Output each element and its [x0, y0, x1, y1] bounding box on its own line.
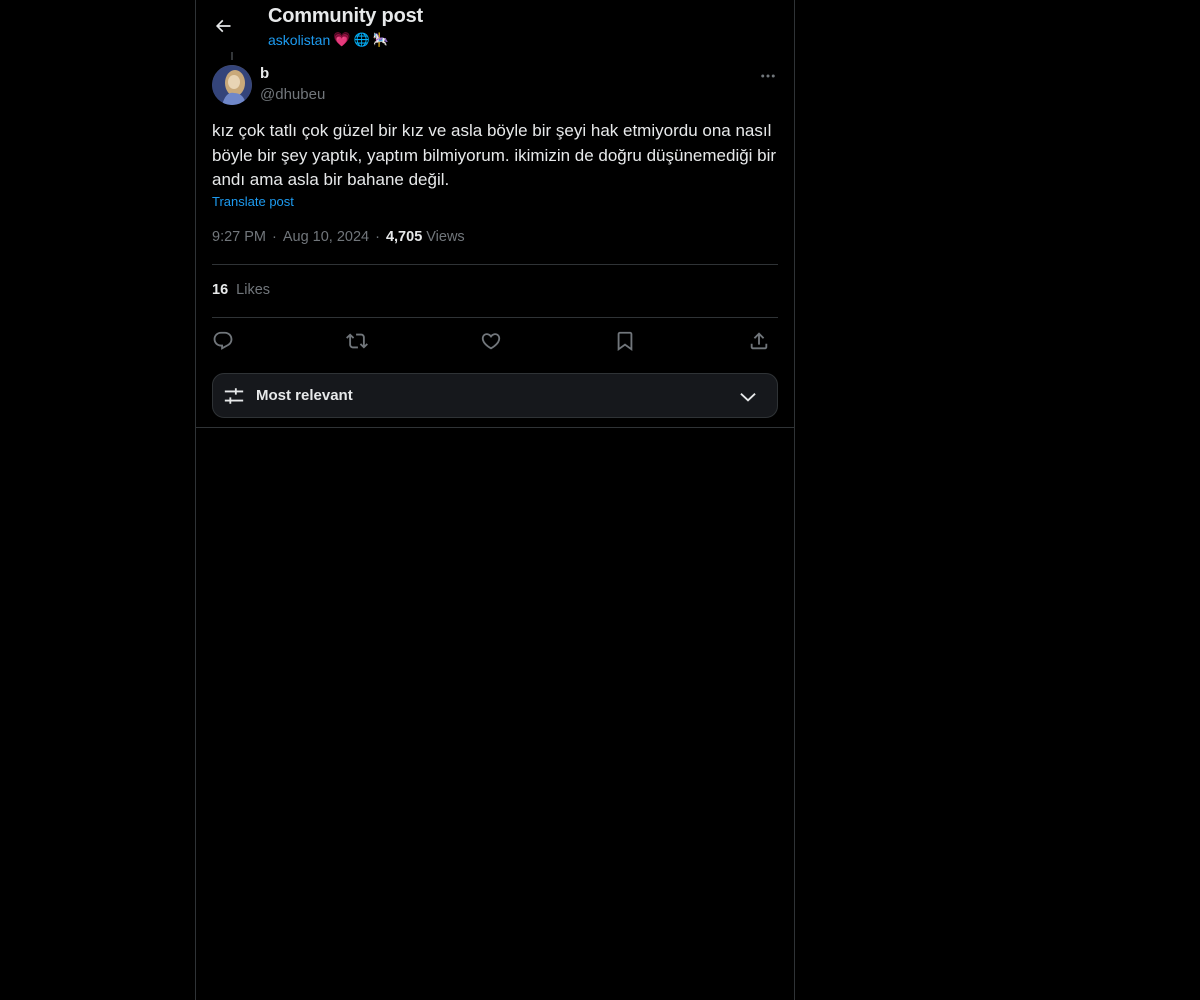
author-name[interactable]: b	[260, 65, 269, 82]
heart-icon	[481, 333, 501, 350]
post-time[interactable]: 9:27 PM	[212, 229, 266, 245]
avatar[interactable]	[212, 65, 252, 105]
bookmark-button[interactable]	[612, 328, 638, 354]
back-button[interactable]	[209, 12, 237, 40]
heart-emoji: 💗	[333, 31, 351, 47]
carousel-emoji: 🎠	[372, 31, 390, 47]
thread-connector	[231, 52, 233, 60]
likes-label: Likes	[236, 282, 271, 298]
translate-post-link[interactable]: Translate post	[212, 194, 294, 209]
arrow-left-icon	[215, 19, 231, 33]
reply-icon	[213, 331, 233, 350]
divider	[212, 264, 778, 265]
more-dots-icon	[761, 74, 775, 78]
views-count: 4,705	[385, 229, 423, 245]
sort-label: Most relevant	[256, 387, 353, 404]
author-handle[interactable]: @dhubeu	[260, 86, 325, 103]
post-text: kız çok tatlı çok güzel bir kız ve asla …	[212, 121, 777, 189]
repost-icon	[346, 333, 368, 349]
share-icon	[750, 332, 768, 350]
chevron-down-icon	[740, 392, 756, 402]
avatar-image	[212, 65, 252, 105]
main-column: Community post askolistan 💗 🌐 🎠 b @dhube…	[195, 0, 795, 1000]
repost-button[interactable]	[344, 328, 370, 354]
share-button[interactable]	[746, 328, 772, 354]
likes-count: 16	[212, 282, 229, 298]
post-meta: 9:27 PM · Aug 10, 2024 · 4,705 Views	[212, 229, 465, 245]
sort-dropdown[interactable]: Most relevant	[212, 373, 778, 418]
globe-emoji: 🌐	[353, 31, 370, 47]
page-header: Community post askolistan 💗 🌐 🎠	[196, 0, 794, 52]
meta-separator: ·	[272, 229, 277, 245]
post-date[interactable]: Aug 10, 2024	[283, 229, 369, 245]
section-divider	[196, 427, 794, 428]
sliders-icon	[224, 388, 244, 404]
action-bar	[212, 328, 778, 354]
like-button[interactable]	[478, 328, 504, 354]
more-options-button[interactable]	[756, 64, 780, 88]
reply-button[interactable]	[210, 328, 236, 354]
likes-stat[interactable]: 16 Likes	[212, 282, 270, 298]
meta-separator: ·	[375, 229, 380, 245]
community-name: askolistan	[268, 31, 331, 48]
bookmark-icon	[617, 331, 633, 352]
divider	[212, 317, 778, 318]
community-link[interactable]: askolistan 💗 🌐 🎠	[268, 31, 389, 48]
page-title: Community post	[268, 5, 423, 27]
views-label: Views	[426, 229, 465, 245]
